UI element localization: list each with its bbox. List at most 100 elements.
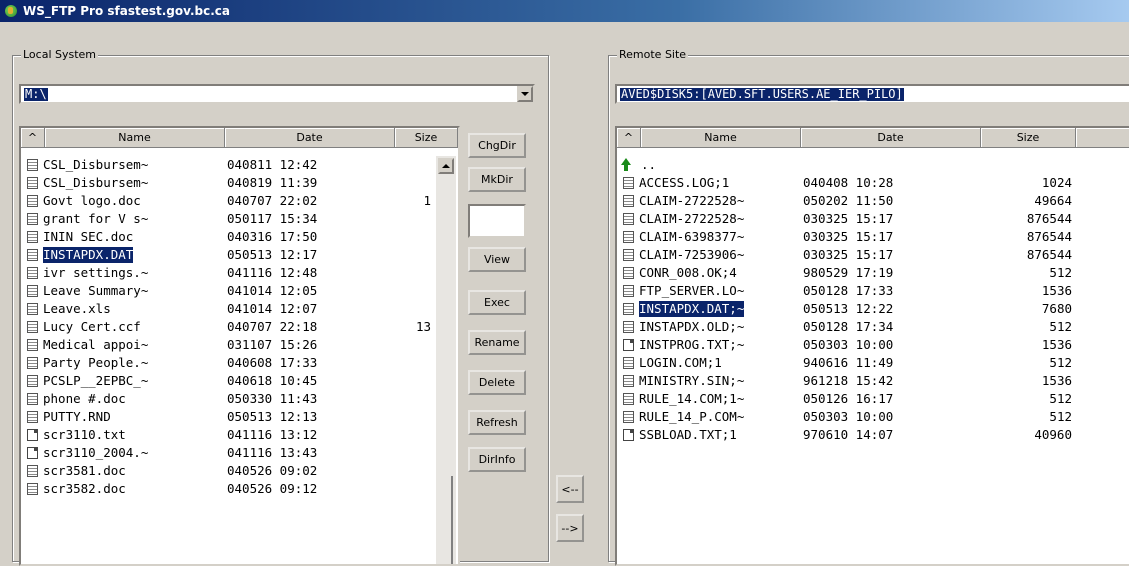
document-file-icon — [27, 249, 38, 261]
file-name: phone #.doc — [43, 391, 126, 406]
file-row[interactable]: scr3110_2004.~ 041116 13:43 — [21, 445, 431, 461]
local-command-input[interactable] — [468, 204, 526, 238]
remote-col-date[interactable]: Date — [801, 128, 981, 148]
delete-button[interactable]: Delete — [468, 370, 526, 395]
remote-site-label: Remote Site — [617, 48, 689, 61]
file-row[interactable]: INSTAPDX.OLD;~ 050128 17:34 512 — [617, 319, 1117, 335]
local-col-date[interactable]: Date — [225, 128, 395, 148]
local-system-label: Local System — [21, 48, 99, 61]
upload-button[interactable]: <-- — [556, 475, 584, 503]
remote-col-sort[interactable]: ^ — [617, 128, 641, 148]
local-col-size[interactable]: Size — [395, 128, 458, 148]
remote-path-value: AVED$DISK5:[AVED.SFT.USERS.AE_IER_PILO] — [620, 87, 904, 101]
file-row[interactable]: Party People.~ 040608 17:33 — [21, 355, 431, 371]
local-file-list[interactable]: ^ Name Date Size CSL_Disbursem~ 040811 12… — [19, 126, 460, 566]
document-file-icon — [623, 303, 634, 315]
file-row[interactable]: scr3110.txt 041116 13:12 — [21, 427, 431, 443]
file-row[interactable]: RULE_14.COM;1~ 050126 16:17 512 — [617, 391, 1117, 407]
file-row[interactable]: PUTTY.RND 050513 12:13 — [21, 409, 431, 425]
rename-button[interactable]: Rename — [468, 330, 526, 355]
file-row[interactable]: FTP_SERVER.LO~ 050128 17:33 1536 — [617, 283, 1117, 299]
file-row[interactable]: CSL_Disbursem~ 040811 12:42 — [21, 157, 431, 173]
file-name: scr3582.doc — [43, 481, 126, 496]
file-row[interactable]: INSTPROG.TXT;~ 050303 10:00 1536 — [617, 337, 1117, 353]
file-name: CLAIM-7253906~ — [639, 247, 745, 262]
file-name: ACCESS.LOG;1 — [639, 175, 730, 190]
file-row[interactable]: RULE_14_P.COM~ 050303 10:00 512 — [617, 409, 1117, 425]
file-row[interactable]: Leave.xls 041014 12:07 — [21, 301, 431, 317]
file-row[interactable]: MINISTRY.SIN;~ 961218 15:42 1536 — [617, 373, 1117, 389]
file-size: 1536 — [1041, 337, 1072, 352]
file-row[interactable]: scr3581.doc 040526 09:02 — [21, 463, 431, 479]
local-vertical-scrollbar[interactable] — [436, 156, 456, 564]
file-date: 030325 15:17 — [803, 229, 894, 244]
file-name: INSTAPDX.DAT — [43, 247, 134, 263]
file-row[interactable]: CONR_008.OK;4 980529 17:19 512 — [617, 265, 1117, 281]
file-row[interactable]: grant for V s~ 050117 15:34 — [21, 211, 431, 227]
document-file-icon — [27, 303, 38, 315]
file-date: 961218 15:42 — [803, 373, 894, 388]
ws-ftp-app-icon — [4, 4, 18, 18]
dirinfo-button[interactable]: DirInfo — [468, 447, 526, 472]
file-row[interactable]: Govt logo.doc 040707 22:02 1 — [21, 193, 431, 209]
file-name: scr3110.txt — [43, 427, 126, 442]
local-path-dropdown-button[interactable] — [517, 86, 533, 102]
remote-file-list[interactable]: ^ Name Date Size .. ACCESS.LOG;1 040408 1… — [615, 126, 1129, 566]
scroll-up-button[interactable] — [438, 158, 454, 174]
parent-directory-row[interactable]: .. — [617, 157, 1117, 173]
local-col-name[interactable]: Name — [45, 128, 225, 148]
file-size: 512 — [1049, 391, 1072, 406]
file-row[interactable]: CLAIM-2722528~ 030325 15:17 876544 — [617, 211, 1117, 227]
text-file-icon — [27, 429, 38, 441]
file-row[interactable]: Lucy Cert.ccf 040707 22:18 13 — [21, 319, 431, 335]
file-date: 041014 12:05 — [227, 283, 318, 298]
exec-button[interactable]: Exec — [468, 290, 526, 315]
download-button[interactable]: --> — [556, 514, 584, 542]
file-row[interactable]: SSBLOAD.TXT;1 970610 14:07 40960 — [617, 427, 1117, 443]
document-file-icon — [27, 465, 38, 477]
remote-col-name[interactable]: Name — [641, 128, 801, 148]
file-row[interactable]: CLAIM-2722528~ 050202 11:50 49664 — [617, 193, 1117, 209]
chgdir-button[interactable]: ChgDir — [468, 133, 526, 158]
file-name: Govt logo.doc — [43, 193, 141, 208]
file-name: Leave.xls — [43, 301, 111, 316]
file-row[interactable]: CLAIM-6398377~ 030325 15:17 876544 — [617, 229, 1117, 245]
file-name: RULE_14.COM;1~ — [639, 391, 745, 406]
file-date: 030325 15:17 — [803, 211, 894, 226]
file-row[interactable]: Leave Summary~ 041014 12:05 — [21, 283, 431, 299]
local-col-sort[interactable]: ^ — [21, 128, 45, 148]
file-name: ivr settings.~ — [43, 265, 149, 280]
file-name: scr3110_2004.~ — [43, 445, 149, 460]
up-folder-icon — [621, 158, 631, 171]
file-size: 512 — [1049, 265, 1072, 280]
file-row[interactable]: scr3582.doc 040526 09:12 — [21, 481, 431, 497]
file-row[interactable]: phone #.doc 050330 11:43 — [21, 391, 431, 407]
col-date-label: Date — [877, 131, 904, 144]
file-date: 040526 09:02 — [227, 463, 318, 478]
file-row[interactable]: PCSLP__2EPBC_~ 040618 10:45 — [21, 373, 431, 389]
file-name: PUTTY.RND — [43, 409, 111, 424]
document-file-icon — [623, 249, 634, 261]
file-row[interactable]: INSTAPDX.DAT 050513 12:17 — [21, 247, 431, 263]
mkdir-button[interactable]: MkDir — [468, 167, 526, 192]
file-row[interactable]: LOGIN.COM;1 940616 11:49 512 — [617, 355, 1117, 371]
file-row[interactable]: ININ SEC.doc 040316 17:50 — [21, 229, 431, 245]
file-row[interactable]: INSTAPDX.DAT;~ 050513 12:22 7680 — [617, 301, 1117, 317]
remote-path-combo[interactable]: AVED$DISK5:[AVED.SFT.USERS.AE_IER_PILO] — [615, 84, 1129, 104]
view-button[interactable]: View — [468, 247, 526, 272]
refresh-button[interactable]: Refresh — [468, 410, 526, 435]
file-size: 512 — [1049, 409, 1072, 424]
file-row[interactable]: ivr settings.~ 041116 12:48 — [21, 265, 431, 281]
file-name: INSTPROG.TXT;~ — [639, 337, 745, 352]
file-row[interactable]: CSL_Disbursem~ 040819 11:39 — [21, 175, 431, 191]
remote-col-extra — [1076, 128, 1129, 148]
title-bar: WS_FTP Pro sfastest.gov.bc.ca — [0, 0, 1129, 22]
arrow-up-icon — [442, 164, 450, 168]
file-row[interactable]: Medical appoi~ 031107 15:26 — [21, 337, 431, 353]
file-row[interactable]: ACCESS.LOG;1 040408 10:28 1024 — [617, 175, 1117, 191]
local-path-combo[interactable]: M:\ — [19, 84, 535, 104]
file-name: LOGIN.COM;1 — [639, 355, 722, 370]
file-row[interactable]: CLAIM-7253906~ 030325 15:17 876544 — [617, 247, 1117, 263]
remote-col-size[interactable]: Size — [981, 128, 1076, 148]
file-name: CSL_Disbursem~ — [43, 175, 149, 190]
